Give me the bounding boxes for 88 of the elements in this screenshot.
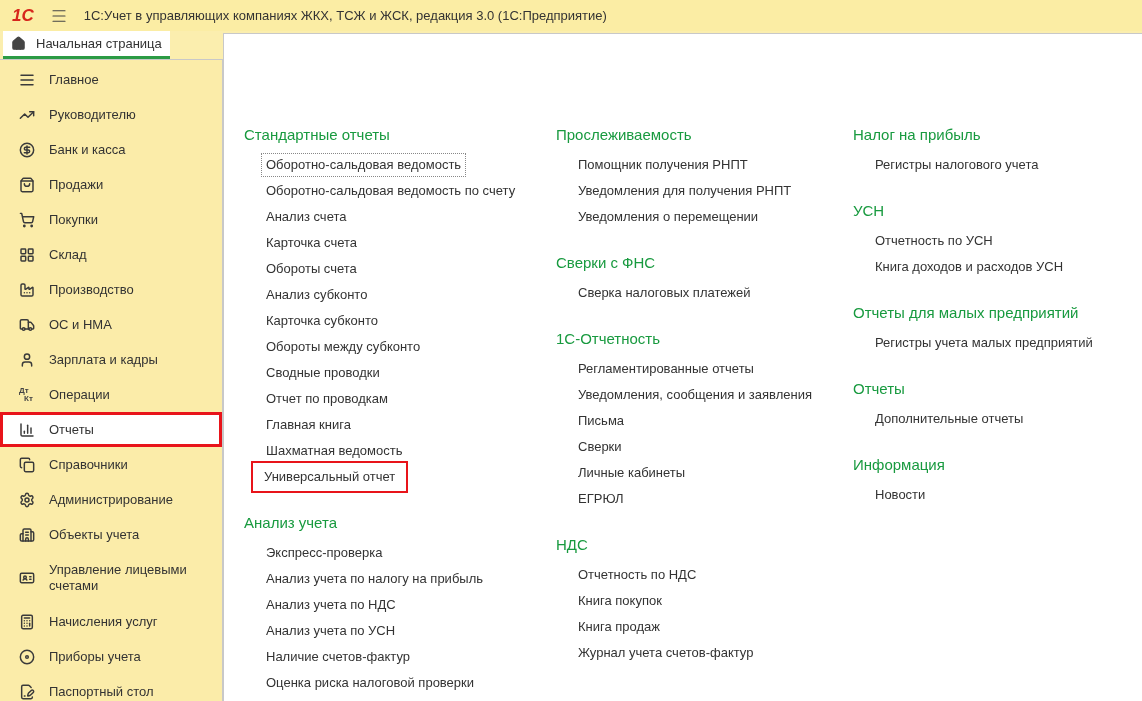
sidebar-item[interactable]: Склад: [0, 237, 222, 272]
truck-icon: [19, 316, 35, 333]
report-link[interactable]: Уведомления для получения РНПТ: [573, 179, 797, 203]
report-link[interactable]: Книга продаж: [573, 615, 666, 639]
section-heading: Отчеты для малых предприятий: [853, 303, 1080, 323]
sidebar-item[interactable]: Приборы учета: [0, 639, 222, 674]
report-link[interactable]: Обороты между субконто: [261, 335, 426, 359]
sidebar-item[interactable]: Администрирование: [0, 482, 222, 517]
report-link[interactable]: Оценка риска налоговой проверки: [261, 671, 480, 695]
sidebar-item[interactable]: Дт Кт Операции: [0, 377, 222, 412]
report-link[interactable]: Книга доходов и расходов УСН: [870, 255, 1069, 279]
report-link[interactable]: Отчет по проводкам: [261, 387, 393, 411]
report-link[interactable]: Уведомления, сообщения и заявления: [573, 383, 817, 407]
factory-icon: [19, 281, 35, 298]
report-link[interactable]: Главная книга: [261, 413, 356, 437]
sidebar-item[interactable]: Объекты учета: [0, 517, 222, 552]
sidebar-item[interactable]: Зарплата и кадры: [0, 342, 222, 377]
logo: 1С: [12, 7, 34, 24]
document-icon: [19, 683, 35, 700]
sidebar-item[interactable]: Банк и касса: [0, 132, 222, 167]
report-link[interactable]: Сверки: [573, 435, 627, 459]
sidebar-item[interactable]: Паспортный стол: [0, 674, 222, 701]
sidebar-item[interactable]: Покупки: [0, 202, 222, 237]
report-link[interactable]: Отчетность по УСН: [870, 229, 998, 253]
window-title: 1С:Учет в управляющих компаниях ЖКХ, ТСЖ и ЖСК, редакция 3.0 (1С:Предприятие): [83, 6, 607, 25]
sidebar-item[interactable]: Справочники: [0, 447, 222, 482]
home-tab[interactable]: Начальная страница: [3, 31, 170, 59]
sidebar-item[interactable]: Главное: [0, 62, 222, 97]
report-link[interactable]: Универсальный отчет: [251, 461, 409, 493]
section-heading: Сверки с ФНС: [556, 253, 657, 273]
sidebar-item[interactable]: Управление лицевыми счетами: [0, 552, 222, 604]
sidebar-item[interactable]: ОС и НМА: [0, 307, 222, 342]
sidebar-item[interactable]: Руководителю: [0, 97, 222, 132]
cart-icon: [19, 211, 35, 228]
home-icon: [11, 36, 26, 51]
report-link[interactable]: Журнал учета счетов-фактур: [573, 641, 759, 665]
report-link[interactable]: Оборотно-сальдовая ведомость: [261, 153, 467, 177]
report-link[interactable]: Анализ учета по УСН: [261, 619, 401, 643]
documents-icon: [19, 456, 35, 473]
report-link[interactable]: ЕГРЮЛ: [573, 487, 629, 511]
section-heading: 1С-Отчетность: [556, 329, 662, 349]
debit-credit-icon: Дт Кт: [19, 386, 35, 403]
report-link[interactable]: Карточка счета: [261, 231, 363, 255]
report-link[interactable]: Регистры учета малых предприятий: [870, 331, 1098, 355]
sidebar-item[interactable]: Начисления услуг: [0, 604, 222, 639]
sidebar-item[interactable]: Продажи: [0, 167, 222, 202]
card-icon: [19, 570, 35, 586]
building-icon: [19, 526, 35, 543]
report-link[interactable]: Экспресс-проверка: [261, 541, 388, 565]
section-heading: Прослеживаемость: [556, 125, 693, 145]
report-link[interactable]: Письма: [573, 409, 630, 433]
section-heading: Информация: [853, 455, 946, 475]
report-link[interactable]: Наличие счетов-фактур: [261, 645, 415, 669]
sidebar-item[interactable]: Отчеты: [0, 412, 222, 447]
report-link[interactable]: Помощник получения РНПТ: [573, 153, 753, 177]
section-heading: НДС: [556, 535, 589, 555]
section-heading: Стандартные отчеты: [244, 125, 391, 145]
report-link[interactable]: Новости: [870, 483, 931, 507]
section-heading: Анализ учета: [244, 513, 338, 533]
report-link[interactable]: Анализ учета по налогу на прибыль: [261, 567, 489, 591]
person-icon: [19, 351, 35, 368]
report-link[interactable]: Анализ счета: [261, 205, 352, 229]
section-heading: Отчеты: [853, 379, 906, 399]
bar-chart-icon: [19, 421, 35, 438]
section-heading: Налог на прибыль: [853, 125, 982, 145]
report-link[interactable]: Анализ субконто: [261, 283, 373, 307]
report-link[interactable]: Сверка налоговых платежей: [573, 281, 756, 305]
report-link[interactable]: Оборотно-сальдовая ведомость по счету: [261, 179, 521, 203]
report-link[interactable]: Шахматная ведомость: [261, 439, 408, 463]
bag-icon: [19, 176, 35, 193]
disc-icon: [19, 648, 35, 665]
section-heading: УСН: [853, 201, 886, 221]
report-link[interactable]: Сводные проводки: [261, 361, 385, 385]
report-link[interactable]: Регламентированные отчеты: [573, 357, 759, 381]
report-link[interactable]: Книга покупок: [573, 589, 667, 613]
calculator-icon: [19, 613, 35, 630]
report-link[interactable]: Отчетность по НДС: [573, 563, 702, 587]
report-link[interactable]: Обороты счета: [261, 257, 362, 281]
report-link[interactable]: Анализ учета по НДС: [261, 593, 401, 617]
coin-icon: [19, 141, 35, 158]
report-link[interactable]: Личные кабинеты: [573, 461, 691, 485]
report-link[interactable]: Регистры налогового учета: [870, 153, 1044, 177]
report-link[interactable]: Дополнительные отчеты: [870, 407, 1029, 431]
gear-icon: [19, 491, 35, 508]
sidebar-item[interactable]: Производство: [0, 272, 222, 307]
grid-icon: [19, 246, 35, 263]
report-link[interactable]: Уведомления о перемещении: [573, 205, 764, 229]
report-link[interactable]: Карточка субконто: [261, 309, 383, 333]
